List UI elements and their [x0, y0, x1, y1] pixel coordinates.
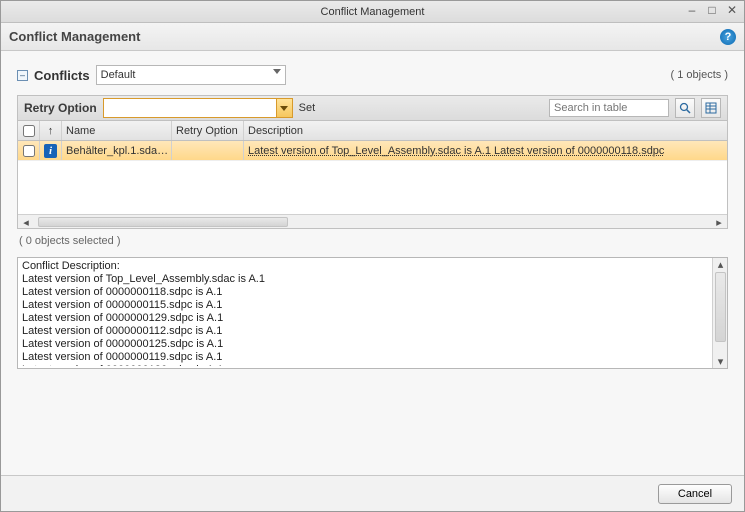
- row-retry: [172, 141, 244, 160]
- row-checkbox[interactable]: [18, 141, 40, 160]
- retry-option-select[interactable]: [103, 98, 293, 118]
- maximize-icon[interactable]: □: [706, 3, 718, 17]
- conflicts-category-value: Default: [101, 69, 136, 81]
- row-icon: i: [40, 141, 62, 160]
- dialog-footer: Cancel: [1, 475, 744, 511]
- conflicts-header-row: – Conflicts Default ( 1 objects ): [17, 65, 728, 85]
- select-all-checkbox[interactable]: [18, 121, 40, 140]
- search-input[interactable]: [549, 99, 669, 117]
- scroll-right-icon[interactable]: ▸: [713, 216, 725, 228]
- close-icon[interactable]: ✕: [726, 3, 738, 17]
- row-description: Latest version of Top_Level_Assembly.sda…: [244, 141, 727, 160]
- table-header: ↑ Name Retry Option Description: [18, 121, 727, 141]
- conflict-description-text: Conflict Description: Latest version of …: [22, 260, 711, 366]
- chevron-down-icon: [276, 99, 292, 117]
- table-row[interactable]: i Behälter_kpl.1.sda… Latest version of …: [18, 141, 727, 161]
- conflicts-category-select[interactable]: Default: [96, 65, 286, 85]
- help-icon[interactable]: ?: [720, 29, 736, 45]
- icon-column-header[interactable]: ↑: [40, 121, 62, 140]
- row-name: Behälter_kpl.1.sda…: [62, 141, 172, 160]
- description-column-header[interactable]: Description: [244, 121, 727, 140]
- table-settings-icon[interactable]: [701, 98, 721, 118]
- conflicts-table: ↑ Name Retry Option Description i Behält…: [17, 121, 728, 229]
- window-title: Conflict Management: [321, 6, 425, 18]
- conflict-description-box: Conflict Description: Latest version of …: [17, 257, 728, 369]
- scroll-thumb[interactable]: [38, 217, 288, 227]
- window-controls: – □ ✕: [686, 3, 738, 17]
- scroll-up-icon[interactable]: ▴: [715, 259, 726, 270]
- name-column-header[interactable]: Name: [62, 121, 172, 140]
- retry-option-label: Retry Option: [24, 101, 97, 115]
- scroll-left-icon[interactable]: ◂: [20, 216, 32, 228]
- cancel-button[interactable]: Cancel: [658, 484, 732, 504]
- dialog-body: – Conflicts Default ( 1 objects ) Retry …: [1, 51, 744, 475]
- vertical-scrollbar[interactable]: ▴ ▾: [712, 258, 727, 368]
- selection-status: ( 0 objects selected ): [19, 235, 728, 247]
- page-title: Conflict Management: [9, 29, 140, 44]
- set-label: Set: [299, 102, 316, 114]
- minimize-icon[interactable]: –: [686, 3, 698, 17]
- horizontal-scrollbar[interactable]: ◂ ▸: [18, 214, 727, 228]
- titlebar: Conflict Management – □ ✕: [1, 1, 744, 23]
- subheader: Conflict Management ?: [1, 23, 744, 51]
- scroll-thumb[interactable]: [715, 272, 726, 342]
- conflicts-section-label: Conflicts: [34, 68, 90, 83]
- collapse-toggle-icon[interactable]: –: [17, 70, 28, 81]
- table-toolbar: Retry Option Set: [17, 95, 728, 121]
- scroll-down-icon[interactable]: ▾: [715, 356, 726, 367]
- search-icon[interactable]: [675, 98, 695, 118]
- info-icon: i: [44, 144, 57, 158]
- dialog-window: Conflict Management – □ ✕ Conflict Manag…: [0, 0, 745, 512]
- table-body: i Behälter_kpl.1.sda… Latest version of …: [18, 141, 727, 214]
- objects-count-label: ( 1 objects ): [671, 69, 728, 81]
- retry-column-header[interactable]: Retry Option: [172, 121, 244, 140]
- chevron-down-icon: [273, 69, 281, 74]
